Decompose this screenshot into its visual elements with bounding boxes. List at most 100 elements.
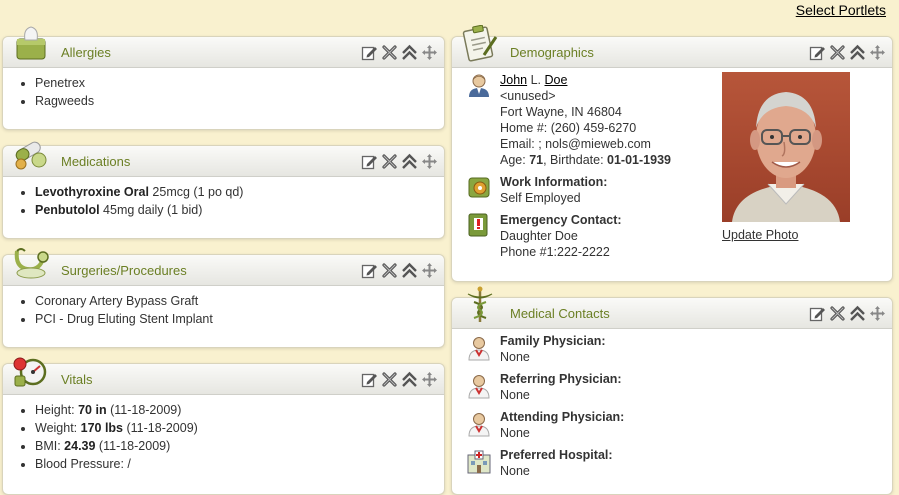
last-name-link[interactable]: Doe	[545, 73, 568, 87]
medications-list: Levothyroxine Oral 25mcg (1 po qd) Penbu…	[17, 183, 432, 219]
portlet-controls	[361, 153, 438, 170]
collapse-icon[interactable]	[401, 153, 418, 170]
medication-detail: 45mg daily (1 bid)	[99, 203, 203, 217]
contact-label: Family Physician:	[500, 334, 606, 348]
portlet-controls	[809, 44, 886, 61]
medical-contacts-portlet: Medical Contacts Family Physician: None …	[451, 286, 893, 495]
close-icon[interactable]	[381, 371, 398, 388]
vital-label: Blood Pressure: /	[35, 457, 131, 471]
surgeries-header[interactable]: Surgeries/Procedures	[3, 248, 444, 286]
pills-icon	[15, 141, 47, 170]
age-value: 71	[529, 153, 544, 167]
vital-label: Weight:	[35, 421, 81, 435]
vital-label: BMI:	[35, 439, 65, 453]
portlet-controls	[361, 371, 438, 388]
allergies-portlet: Allergies Penetrex Ragweeds	[2, 26, 445, 130]
doctor-icon	[466, 373, 492, 399]
portlet-controls	[809, 305, 886, 322]
edit-icon[interactable]	[361, 153, 378, 170]
contact-details: Referring Physician: None	[500, 371, 882, 403]
caduceus-icon	[467, 286, 493, 322]
edit-icon[interactable]	[809, 44, 826, 61]
briefcase-icon	[466, 174, 492, 200]
attending-physician: Attending Physician: None	[466, 409, 882, 447]
list-item: Height: 70 in (11-18-2009)	[35, 401, 432, 419]
contact-label: Referring Physician:	[500, 372, 622, 386]
vitals-portlet: Vitals Height: 70 in (11-18-2009) Weight…	[2, 357, 445, 495]
contact-value: None	[500, 350, 530, 364]
select-portlets-link[interactable]: Select Portlets	[796, 2, 886, 18]
move-icon[interactable]	[869, 305, 886, 322]
close-icon[interactable]	[381, 153, 398, 170]
portlet-title: Vitals	[61, 372, 93, 387]
collapse-icon[interactable]	[849, 305, 866, 322]
medications-header[interactable]: Medications	[3, 141, 444, 177]
collapse-icon[interactable]	[849, 44, 866, 61]
stethoscope-icon	[14, 248, 49, 279]
medications-body: Levothyroxine Oral 25mcg (1 po qd) Penbu…	[3, 177, 444, 225]
list-item: BMI: 24.39 (11-18-2009)	[35, 437, 432, 455]
birthdate-value: 01-01-1939	[607, 153, 671, 167]
close-icon[interactable]	[381, 262, 398, 279]
age-label: Age:	[500, 153, 530, 167]
list-item: Penbutolol 45mg daily (1 bid)	[35, 201, 432, 219]
close-icon[interactable]	[829, 44, 846, 61]
edit-icon[interactable]	[361, 262, 378, 279]
hospital-icon	[466, 449, 492, 475]
portlet-title: Surgeries/Procedures	[61, 263, 187, 278]
allergies-list: Penetrex Ragweeds	[17, 74, 432, 110]
medication-name: Penbutolol	[35, 203, 100, 217]
referring-physician: Referring Physician: None	[466, 371, 882, 409]
vital-date: (11-18-2009)	[123, 421, 198, 435]
portlet-controls	[361, 262, 438, 279]
medical-contacts-header[interactable]: Medical Contacts	[452, 286, 892, 329]
move-icon[interactable]	[869, 44, 886, 61]
edit-icon[interactable]	[361, 44, 378, 61]
edit-icon[interactable]	[809, 305, 826, 322]
photo-area: Update Photo	[722, 72, 850, 242]
allergies-header[interactable]: Allergies	[3, 26, 444, 68]
contact-details: Attending Physician: None	[500, 409, 882, 441]
move-icon[interactable]	[421, 371, 438, 388]
portlet-title: Demographics	[510, 45, 594, 60]
patient-photo	[722, 72, 850, 222]
portlet-title: Allergies	[61, 45, 111, 60]
vitals-gauge-icon	[13, 357, 47, 387]
vitals-list: Height: 70 in (11-18-2009) Weight: 170 l…	[17, 401, 432, 473]
tissue-box-icon	[16, 26, 46, 60]
surgeries-list: Coronary Artery Bypass Graft PCI - Drug …	[17, 292, 432, 328]
update-photo-link[interactable]: Update Photo	[722, 228, 850, 242]
move-icon[interactable]	[421, 262, 438, 279]
close-icon[interactable]	[381, 44, 398, 61]
contact-label: Attending Physician:	[500, 410, 625, 424]
collapse-icon[interactable]	[401, 262, 418, 279]
contact-value: None	[500, 426, 530, 440]
close-icon[interactable]	[829, 305, 846, 322]
demographics-body: John L. Doe <unused> Fort Wayne, IN 4680…	[452, 68, 892, 266]
middle-initial: L.	[530, 73, 542, 87]
birthdate-label: , Birthdate:	[543, 153, 608, 167]
contact-label: Preferred Hospital:	[500, 448, 613, 462]
clipboard-icon	[462, 25, 498, 62]
edit-icon[interactable]	[361, 371, 378, 388]
medication-name: Levothyroxine Oral	[35, 185, 149, 199]
contact-value: None	[500, 388, 530, 402]
collapse-icon[interactable]	[401, 371, 418, 388]
move-icon[interactable]	[421, 44, 438, 61]
medications-portlet: Medications Levothyroxine Oral 25mcg (1 …	[2, 141, 445, 239]
allergies-body: Penetrex Ragweeds	[3, 68, 444, 116]
collapse-icon[interactable]	[401, 44, 418, 61]
demographics-header[interactable]: Demographics	[452, 25, 892, 68]
vital-value: 170 lbs	[80, 421, 124, 435]
emergency-phone: Phone #1:222-2222	[500, 245, 610, 259]
first-name-link[interactable]: John	[500, 73, 527, 87]
list-item: Coronary Artery Bypass Graft	[35, 292, 432, 310]
move-icon[interactable]	[421, 153, 438, 170]
portlet-controls	[361, 44, 438, 61]
portlet-title: Medications	[61, 154, 131, 169]
person-icon	[466, 72, 492, 98]
vitals-header[interactable]: Vitals	[3, 357, 444, 395]
list-item: PCI - Drug Eluting Stent Implant	[35, 310, 432, 328]
vital-value: 70 in	[78, 403, 107, 417]
list-item: Blood Pressure: /	[35, 455, 432, 473]
